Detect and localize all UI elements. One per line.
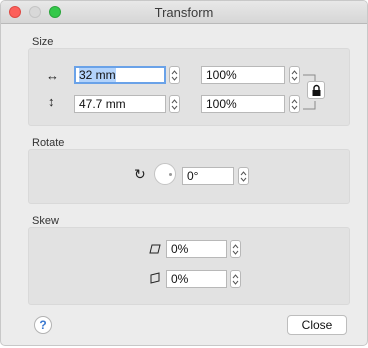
lock-aspect-button[interactable] (307, 81, 325, 99)
height-percent-stepper[interactable] (289, 95, 300, 113)
skew-vertical-icon (150, 272, 160, 284)
rotate-icon: ↻ (134, 166, 146, 182)
height-stepper[interactable] (169, 95, 180, 113)
skew-y-input[interactable]: 0% (166, 270, 227, 288)
skew-horizontal-icon (149, 244, 161, 254)
width-percent-input[interactable]: 100% (201, 66, 285, 84)
skew-x-stepper[interactable] (230, 240, 241, 258)
skew-section-label: Skew (32, 215, 59, 227)
close-button[interactable]: Close (287, 315, 347, 335)
window-title: Transform (154, 5, 214, 20)
title-bar: Transform (1, 1, 367, 24)
width-input[interactable]: 32 mm (74, 66, 166, 84)
horizontal-arrows-icon: ↔ (46, 68, 59, 83)
size-section-label: Size (32, 36, 54, 48)
rotate-panel: ↻ 0° (28, 149, 350, 204)
skew-x-input[interactable]: 0% (166, 240, 227, 258)
rotation-input[interactable]: 0° (182, 167, 234, 185)
size-panel: ↔ 32 mm 100% ↕ 47.7 mm 100% (28, 48, 350, 126)
help-button[interactable]: ? (34, 316, 52, 334)
height-percent-input[interactable]: 100% (201, 95, 285, 113)
width-stepper[interactable] (169, 66, 180, 84)
rotate-section-label: Rotate (32, 137, 65, 149)
vertical-arrows-icon: ↕ (48, 94, 55, 109)
skew-panel: 0% 0% (28, 227, 350, 305)
height-input[interactable]: 47.7 mm (74, 95, 166, 113)
skew-y-stepper[interactable] (230, 270, 241, 288)
lock-icon (312, 84, 321, 96)
rotation-stepper[interactable] (238, 167, 249, 185)
rotation-dial[interactable] (154, 163, 176, 185)
width-percent-stepper[interactable] (289, 66, 300, 84)
transform-window: Transform Size ↔ 32 mm 100% ↕ 47.7 mm 10… (0, 0, 368, 346)
